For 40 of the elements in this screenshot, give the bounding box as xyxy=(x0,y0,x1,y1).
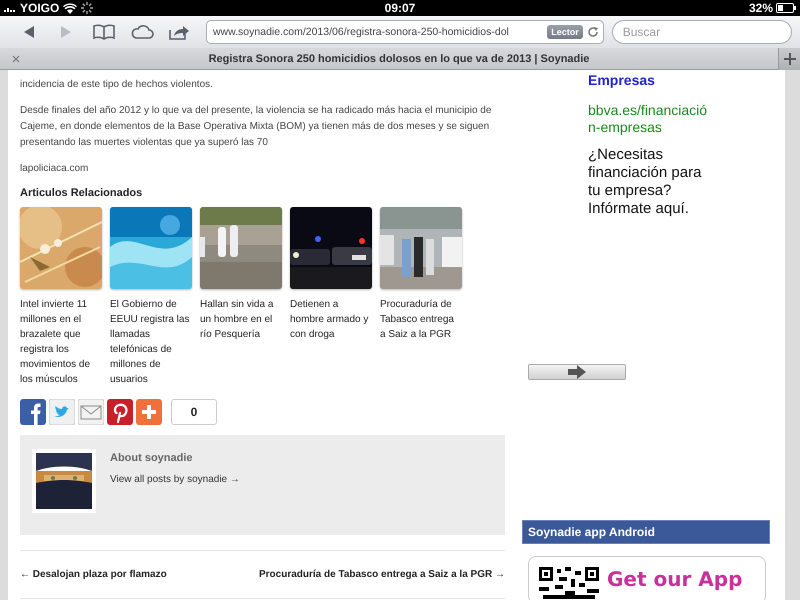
battery-percent: 32% xyxy=(748,1,774,15)
ad-title-link[interactable]: Empresas xyxy=(588,72,708,88)
cloud-icon xyxy=(130,24,154,40)
facebook-icon[interactable] xyxy=(20,399,46,425)
widget-title: Soynadie app Android xyxy=(522,520,770,544)
share-count: 0 xyxy=(171,399,217,425)
article-paragraph: Desde finales del año 2012 y lo que va del presente, la violencia se ha radicado más hacia el municipio de Cajeme, en donde elementos de la Base Operativa Mixta (BOM) ya tienen más de dos meses y se siguen presentando las muertes violentas que ya superó las 70 xyxy=(20,104,492,150)
related-article-link[interactable]: Intel invierte 11 millones en el brazalete que registra los movimientos de los músculos xyxy=(20,297,102,387)
arrow-icon xyxy=(568,365,586,379)
battery-icon xyxy=(776,3,796,13)
article-paragraph: incidencia de este tipo de hechos violentos. xyxy=(20,78,214,92)
app-banner[interactable]: Get our App xyxy=(528,556,766,600)
carrier-name: YOIGO xyxy=(20,1,60,15)
ad-arrow-button[interactable] xyxy=(528,364,626,380)
section-heading: Articulos Relacionados xyxy=(20,187,144,199)
ad-url: bbva.es/financiación-empresas xyxy=(588,102,708,136)
plus-icon[interactable] xyxy=(136,399,162,425)
ad-text: ¿Necesitas financiación para tu empresa? Infórmate aquí. xyxy=(588,146,702,218)
next-post-link[interactable]: Procuraduría de Tabasco entrega a Saiz a la PGR → xyxy=(258,569,505,580)
related-article-link[interactable]: Hallan sin vida a un hombre en el río Pesquería xyxy=(200,297,282,342)
author-heading: About soynadie xyxy=(110,452,194,464)
new-tab-button[interactable] xyxy=(778,48,800,70)
search-field[interactable]: Buscar xyxy=(612,20,792,44)
related-article-link[interactable]: Detienen a hombre armado y con droga xyxy=(290,297,372,342)
article-paragraph: lapoliciaca.com xyxy=(20,162,90,176)
share-icon xyxy=(168,24,190,40)
previous-post-link[interactable]: ← Desalojan plaza por flamazo xyxy=(20,569,167,580)
close-icon[interactable] xyxy=(12,54,20,62)
loading-icon xyxy=(81,2,94,14)
mail-icon[interactable] xyxy=(78,399,104,425)
related-article-link[interactable]: El Gobierno de EEUU registra las llamadas telefónicas de millones de usuarios xyxy=(110,297,192,387)
related-article-link[interactable]: Procuraduría de Tabasco entrega a Saiz a la PGR xyxy=(380,297,462,342)
reload-icon[interactable] xyxy=(586,26,599,38)
pinterest-icon[interactable] xyxy=(107,399,133,425)
clock-time: 09:07 xyxy=(384,1,416,15)
plus-icon xyxy=(784,52,796,64)
book-icon xyxy=(92,24,115,40)
wifi-icon xyxy=(63,2,78,14)
address-field[interactable]: www.soynadie.com/2013/06/registra-sonora-250-homicidios-dol Lector xyxy=(206,20,604,44)
author-posts-link[interactable]: View all posts by soynadie → xyxy=(110,474,240,485)
